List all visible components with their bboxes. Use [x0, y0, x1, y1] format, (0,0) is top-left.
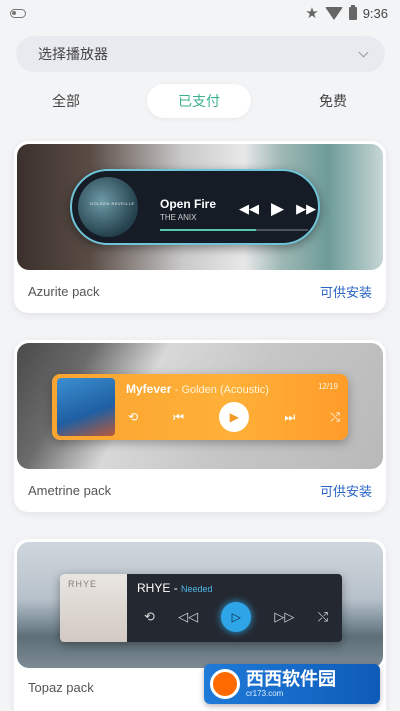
album-art: GOLDEN REVEILLE	[78, 177, 138, 237]
shuffle-icon: ⤭	[317, 609, 328, 624]
shuffle-icon: ⤭	[330, 409, 340, 424]
status-right: ★ 9:36	[305, 4, 388, 22]
playback-controls: ◀◀ ▶ ▶▶	[239, 199, 316, 219]
track-title: RHYE - Needed	[137, 581, 213, 595]
pack-card-ametrine[interactable]: Myfever - Golden (Acoustic) 12/19 ⟲ ⏮ ▶ …	[14, 340, 386, 512]
track-artist: RHYE	[137, 581, 171, 595]
track-subtitle: Golden (Acoustic)	[181, 384, 269, 396]
pack-preview-topaz: RHYE RHYE - Needed ⟲ ◁◁ ▷ ▷▷ ⤭	[17, 542, 383, 668]
watermark-logo: 西西软件园 cr173.com	[204, 664, 380, 704]
pack-name: Topaz pack	[28, 680, 94, 695]
track-artist: THE ANIX	[160, 213, 197, 222]
album-art	[57, 378, 115, 436]
pack-name: Azurite pack	[28, 284, 100, 299]
install-link[interactable]: 可供安装	[320, 282, 372, 301]
album-art-text: RHYE	[68, 579, 98, 589]
star-icon: ★	[305, 4, 319, 22]
album-art: RHYE	[60, 574, 127, 642]
toggle-icon	[10, 8, 26, 18]
fast-forward-icon: ▶▶	[296, 201, 317, 216]
pack-card-azurite[interactable]: GOLDEN REVEILLE Open Fire THE ANIX ◀◀ ▶ …	[14, 141, 386, 313]
watermark-icon	[210, 669, 240, 699]
play-icon: ▶	[271, 199, 285, 218]
player-widget-ametrine: Myfever - Golden (Acoustic) 12/19 ⟲ ⏮ ▶ …	[52, 374, 348, 440]
watermark-main: 西西软件园	[246, 669, 336, 689]
card-footer: Azurite pack 可供安装	[28, 282, 372, 301]
next-icon: ⏭	[284, 409, 296, 424]
tab-paid[interactable]: 已支付	[147, 84, 251, 118]
watermark-sub: cr173.com	[246, 689, 284, 698]
tab-free[interactable]: 免费	[307, 84, 359, 118]
status-time: 9:36	[362, 5, 388, 21]
pack-preview-ametrine: Myfever - Golden (Acoustic) 12/19 ⟲ ⏮ ▶ …	[17, 343, 383, 469]
filter-tabs: 全部 已支付 免费	[0, 84, 400, 118]
progress-fill	[160, 229, 257, 231]
selector-label: 选择播放器	[38, 46, 108, 62]
track-count: 12/19	[317, 382, 338, 391]
card-footer: Ametrine pack 可供安装	[28, 481, 372, 500]
battery-icon	[348, 4, 357, 20]
playback-controls: ⟲ ⏮ ▶ ⏭ ⤭	[128, 402, 340, 432]
watermark-text: 西西软件园 cr173.com	[246, 670, 336, 698]
repeat-icon: ⟲	[128, 410, 139, 424]
play-button-icon: ▷	[221, 602, 252, 632]
track-title-text: Myfever	[126, 382, 172, 396]
album-art-text: GOLDEN REVEILLE	[90, 201, 135, 206]
track-title: Open Fire	[160, 197, 217, 211]
fast-forward-icon: ▷▷	[274, 609, 295, 624]
repeat-icon: ⟲	[144, 609, 155, 624]
tab-all[interactable]: 全部	[40, 84, 92, 118]
player-widget-azurite: GOLDEN REVEILLE Open Fire THE ANIX ◀◀ ▶ …	[70, 169, 320, 245]
progress-bar	[160, 229, 308, 231]
player-selector[interactable]: 选择播放器	[16, 36, 385, 72]
wifi-icon	[324, 6, 343, 20]
chevron-down-icon	[358, 47, 369, 57]
previous-icon: ⏮	[173, 409, 185, 424]
pack-preview-azurite: GOLDEN REVEILLE Open Fire THE ANIX ◀◀ ▶ …	[17, 144, 383, 270]
status-bar: ★ 9:36	[0, 0, 400, 26]
track-subtitle: Needed	[181, 584, 213, 594]
play-button-icon: ▶	[219, 402, 250, 432]
install-link[interactable]: 可供安装	[320, 481, 372, 500]
pack-name: Ametrine pack	[28, 483, 112, 498]
track-title: Myfever - Golden (Acoustic)	[126, 382, 269, 396]
rewind-icon: ◀◀	[239, 201, 259, 216]
player-widget-topaz: RHYE RHYE - Needed ⟲ ◁◁ ▷ ▷▷ ⤭	[60, 574, 342, 642]
rewind-icon: ◁◁	[178, 609, 199, 624]
playback-controls: ⟲ ◁◁ ▷ ▷▷ ⤭	[144, 602, 328, 632]
